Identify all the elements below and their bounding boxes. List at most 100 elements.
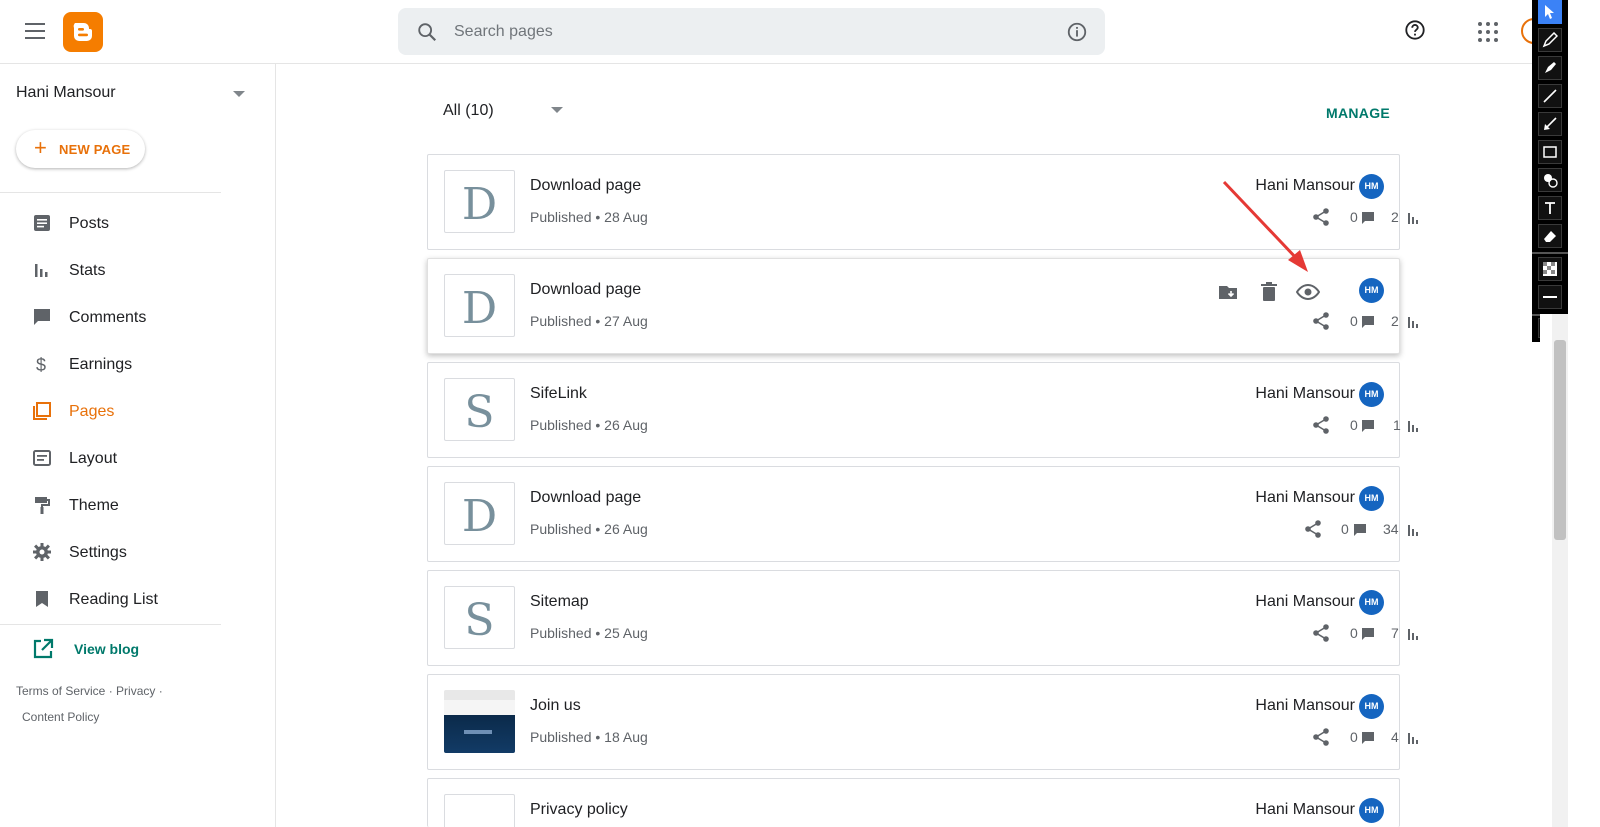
share-icon[interactable] xyxy=(1311,727,1331,747)
apps-grid-icon[interactable] xyxy=(1478,22,1498,42)
scrollbar-thumb[interactable] xyxy=(1554,340,1566,540)
search-icon[interactable] xyxy=(416,21,438,43)
svg-text:$: $ xyxy=(36,355,46,374)
stats-icon xyxy=(1408,421,1418,432)
page-title[interactable]: Privacy policy xyxy=(530,801,628,819)
sidebar-item-label: Settings xyxy=(69,544,127,561)
filter-dropdown[interactable]: All (10) xyxy=(443,102,494,120)
comment-icon xyxy=(1362,316,1374,328)
view-count: 7 xyxy=(1391,625,1399,641)
arrow-tool[interactable] xyxy=(1538,112,1562,136)
stroke-width-tool[interactable] xyxy=(1538,285,1562,309)
page-card[interactable]: D Download page Published • 27 Aug HM 0 … xyxy=(427,258,1418,354)
page-actions xyxy=(1217,278,1347,304)
sidebar-item-earnings[interactable]: $ Earnings xyxy=(0,341,276,388)
comment-count: 0 xyxy=(1350,209,1358,225)
page-author: Hani Mansour xyxy=(1255,697,1355,714)
page-title[interactable]: Download page xyxy=(530,489,641,507)
view-eye-icon[interactable] xyxy=(1296,280,1320,304)
pages-list-main: All (10) MANAGE D Download page Publishe… xyxy=(276,64,1540,827)
page-card[interactable]: D Download page Published • 28 Aug Hani … xyxy=(427,154,1418,250)
dollar-icon: $ xyxy=(36,355,46,374)
sidebar-item-label: Reading List xyxy=(69,591,158,608)
page-card[interactable]: Join us Published • 18 Aug Hani Mansour … xyxy=(427,674,1418,770)
author-avatar: HM xyxy=(1359,694,1384,719)
opacity-tool[interactable] xyxy=(1538,257,1562,281)
line-tool[interactable] xyxy=(1538,84,1562,108)
view-blog-link[interactable]: View blog xyxy=(32,638,232,660)
author-avatar: HM xyxy=(1359,278,1384,303)
chevron-down-icon[interactable] xyxy=(551,107,563,113)
page-title[interactable]: Sitemap xyxy=(530,593,589,611)
author-avatar: HM xyxy=(1359,382,1384,407)
page-status: Published • 28 Aug xyxy=(530,209,648,225)
rectangle-tool[interactable] xyxy=(1538,140,1562,164)
blogger-logo[interactable] xyxy=(63,12,103,52)
separator: · xyxy=(158,684,163,698)
page-thumbnail-image xyxy=(444,690,515,753)
page-card[interactable]: D Download page Published • 26 Aug Hani … xyxy=(427,466,1418,562)
page-author: Hani Mansour xyxy=(1255,177,1355,194)
pencil-tool[interactable] xyxy=(1538,28,1562,52)
page-title[interactable]: Download page xyxy=(530,177,641,195)
page-card[interactable]: S SifeLink Published • 26 Aug Hani Manso… xyxy=(427,362,1418,458)
page-stats: 0 7 xyxy=(1183,623,1418,643)
share-icon[interactable] xyxy=(1311,311,1331,331)
page-author: Hani Mansour xyxy=(1255,801,1355,818)
page-title[interactable]: Join us xyxy=(530,697,581,715)
view-count: 4 xyxy=(1391,729,1399,745)
share-icon[interactable] xyxy=(1311,207,1331,227)
share-icon[interactable] xyxy=(1311,623,1331,643)
comments-icon xyxy=(34,309,50,325)
comment-icon xyxy=(1362,420,1374,432)
page-title[interactable]: Download page xyxy=(530,281,641,299)
delete-icon[interactable] xyxy=(1257,280,1281,304)
page-title[interactable]: SifeLink xyxy=(530,385,587,403)
top-bar xyxy=(0,0,1547,64)
sidebar-item-theme[interactable]: Theme xyxy=(0,482,276,529)
separator: · xyxy=(108,684,113,698)
menu-icon[interactable] xyxy=(25,23,45,39)
page-card[interactable]: Privacy policy Hani Mansour HM xyxy=(427,778,1400,827)
search-input[interactable] xyxy=(454,20,1034,44)
vertical-scrollbar[interactable] xyxy=(1552,314,1568,827)
manage-button[interactable]: MANAGE xyxy=(1326,105,1390,121)
info-icon[interactable] xyxy=(1066,21,1088,43)
toolbar-divider xyxy=(1532,252,1568,254)
sidebar-item-comments[interactable]: Comments xyxy=(0,294,276,341)
chevron-down-icon[interactable] xyxy=(233,91,245,97)
sidebar: Hani Mansour + NEW PAGE Posts Stats Comm… xyxy=(0,64,276,827)
author-avatar: HM xyxy=(1359,590,1384,615)
new-page-button[interactable]: + NEW PAGE xyxy=(16,130,145,168)
divider xyxy=(0,624,221,625)
pages-icon xyxy=(33,402,51,420)
comment-count: 0 xyxy=(1350,417,1358,433)
sidebar-item-posts[interactable]: Posts xyxy=(0,200,276,247)
sidebar-item-settings[interactable]: Settings xyxy=(0,529,276,576)
stats-icon xyxy=(1408,629,1418,640)
sidebar-item-pages[interactable]: Pages xyxy=(0,388,276,435)
comment-count: 0 xyxy=(1350,729,1358,745)
page-card[interactable]: S Sitemap Published • 25 Aug Hani Mansou… xyxy=(427,570,1418,666)
posts-icon xyxy=(34,215,50,231)
sidebar-item-reading-list[interactable]: Reading List xyxy=(0,576,276,623)
sidebar-item-layout[interactable]: Layout xyxy=(0,435,276,482)
content-policy-link[interactable]: Content Policy xyxy=(22,710,99,724)
cursor-tool[interactable] xyxy=(1538,0,1562,24)
text-tool[interactable] xyxy=(1538,196,1562,220)
page-thumbnail: S xyxy=(444,586,515,649)
page-thumbnail: S xyxy=(444,378,515,441)
eraser-tool[interactable] xyxy=(1538,224,1562,248)
privacy-link[interactable]: Privacy xyxy=(116,684,155,698)
share-icon[interactable] xyxy=(1311,415,1331,435)
share-icon[interactable] xyxy=(1303,519,1323,539)
sidebar-item-stats[interactable]: Stats xyxy=(0,247,276,294)
terms-link[interactable]: Terms of Service xyxy=(16,684,105,698)
blog-selector[interactable]: Hani Mansour xyxy=(16,84,116,102)
revert-to-draft-icon[interactable] xyxy=(1217,280,1241,304)
page-thumbnail: D xyxy=(444,482,515,545)
highlighter-tool[interactable] xyxy=(1538,56,1562,80)
help-icon[interactable] xyxy=(1404,19,1426,41)
number-stamp-tool[interactable] xyxy=(1538,168,1562,192)
page-thumbnail xyxy=(444,794,515,827)
